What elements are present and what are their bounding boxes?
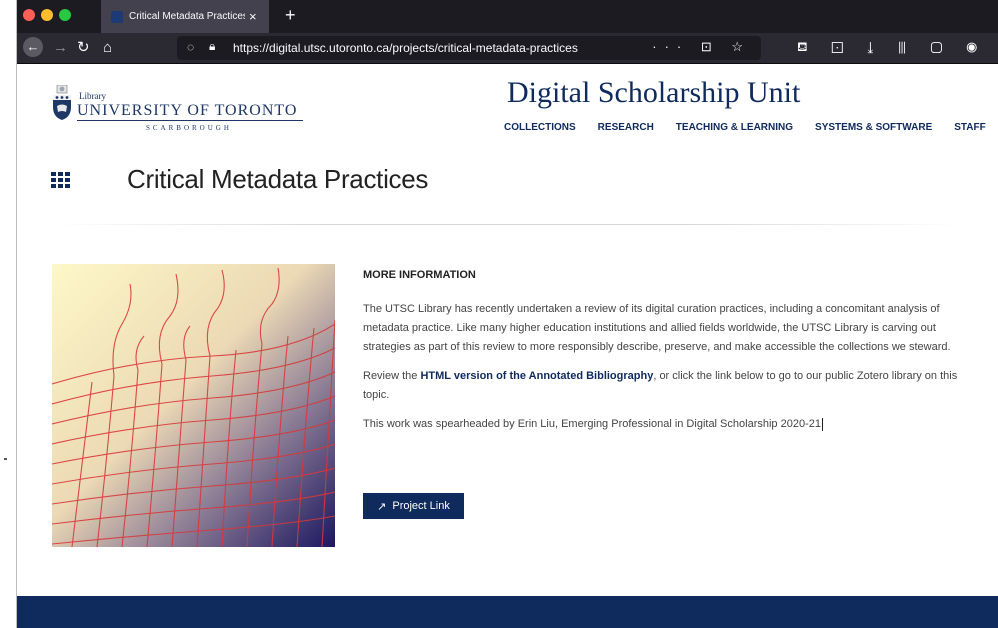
uoft-library-logo[interactable]: Library UNIVERSITY OF TORONTO SCARBOROUG… xyxy=(51,83,303,141)
tab-favicon-icon xyxy=(111,10,123,23)
text-caret xyxy=(821,417,823,431)
nav-item-staff[interactable]: STAFF xyxy=(954,122,985,133)
nav-item-systems-software[interactable]: SYSTEMS & SOFTWARE xyxy=(815,122,932,133)
footer xyxy=(17,596,998,628)
forward-icon[interactable]: → xyxy=(53,38,68,58)
logo-campus-text: SCARBOROUGH xyxy=(146,124,232,132)
crest-icon xyxy=(53,85,71,120)
projects-grid-icon[interactable] xyxy=(51,172,71,188)
paragraph-2: Review the HTML version of the Annotated… xyxy=(363,367,967,405)
gutter-mark xyxy=(4,458,7,460)
nav-item-research[interactable]: RESEARCH xyxy=(598,122,654,133)
lock-icon[interactable]: 🔒︎ xyxy=(209,39,215,54)
divider xyxy=(51,224,963,225)
project-image xyxy=(52,264,335,547)
nav-item-teaching-learning[interactable]: TEACHING & LEARNING xyxy=(676,122,793,133)
tab-title: Critical Metadata Practices | Di xyxy=(129,11,245,22)
project-link-button[interactable]: ↗ Project Link xyxy=(363,493,464,519)
back-icon[interactable]: ← xyxy=(23,37,43,57)
outer-gutter xyxy=(0,0,16,628)
logo-rule xyxy=(77,120,303,121)
tab-close-icon[interactable]: × xyxy=(249,9,257,24)
paragraph-2-before: Review the xyxy=(363,370,421,382)
project-description: MORE INFORMATION The UTSC Library has re… xyxy=(363,264,967,444)
new-tab-icon[interactable]: + xyxy=(285,5,296,25)
nav-item-collections[interactable]: COLLECTIONS xyxy=(504,122,576,133)
nav-toolbar: ← → ↻ ⌂ ◌ 🔒︎ https://digital.utsc.utoron… xyxy=(17,33,998,64)
window-close-button[interactable] xyxy=(23,9,35,21)
project-link-label: Project Link xyxy=(392,500,450,512)
logo-university-text: UNIVERSITY OF TORONTO xyxy=(77,102,298,119)
toolbar-icons[interactable]: ⛾ ⊡ ⤓ ⫴ ▢ ◉ » ≡ xyxy=(797,39,998,57)
browser-window: Critical Metadata Practices | Di × + ← →… xyxy=(16,0,998,628)
bibliography-link[interactable]: HTML version of the Annotated Bibliograp… xyxy=(420,370,653,382)
page-title: Critical Metadata Practices xyxy=(127,164,429,194)
url-bar[interactable]: ◌ 🔒︎ https://digital.utsc.utoronto.ca/pr… xyxy=(177,36,761,60)
paragraph-3-text: This work was spearheaded by Erin Liu, E… xyxy=(363,418,821,430)
window-zoom-button[interactable] xyxy=(59,9,71,21)
logo-library-text: Library xyxy=(79,91,106,101)
page-actions-icons[interactable]: ··· ⊡ ☆ xyxy=(652,39,751,55)
external-link-icon: ↗ xyxy=(377,500,387,513)
browser-tab[interactable]: Critical Metadata Practices | Di × xyxy=(101,0,269,33)
site-title[interactable]: Digital Scholarship Unit xyxy=(507,76,800,110)
shield-icon[interactable]: ◌ xyxy=(187,40,194,54)
paragraph-1: The UTSC Library has recently undertaken… xyxy=(363,303,951,353)
paragraph-3: This work was spearheaded by Erin Liu, E… xyxy=(363,415,967,434)
window-minimize-button[interactable] xyxy=(41,9,53,21)
web-page: Library UNIVERSITY OF TORONTO SCARBOROUG… xyxy=(17,64,998,628)
section-heading: MORE INFORMATION xyxy=(363,269,476,281)
url-text[interactable]: https://digital.utsc.utoronto.ca/project… xyxy=(233,41,578,55)
main-nav: COLLECTIONS RESEARCH TEACHING & LEARNING… xyxy=(504,122,998,133)
tab-bar: Critical Metadata Practices | Di × + xyxy=(17,0,998,33)
reload-icon[interactable]: ↻ xyxy=(77,38,90,58)
home-icon[interactable]: ⌂ xyxy=(103,38,112,58)
